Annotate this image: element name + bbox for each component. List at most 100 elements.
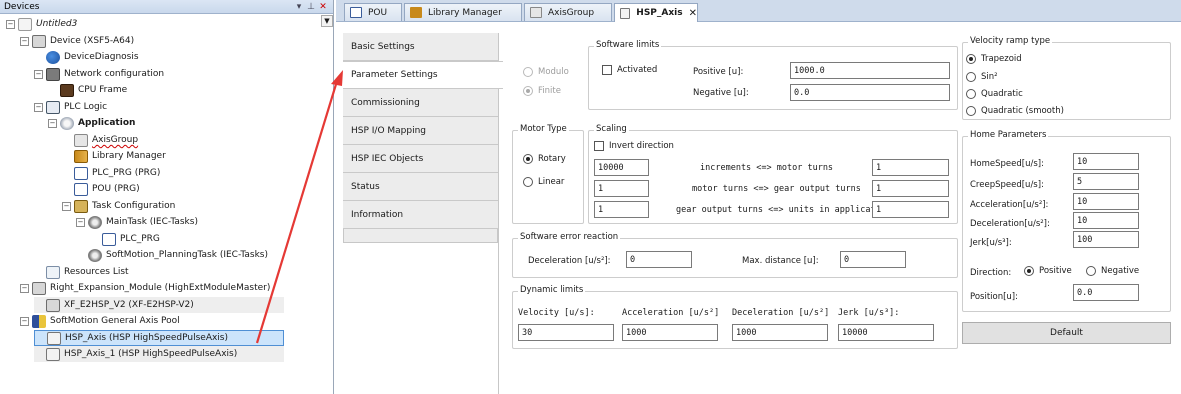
devices-panel-title: Devices	[4, 1, 40, 12]
velocity-input[interactable]: 30	[518, 324, 614, 341]
nav-information[interactable]: Information	[343, 201, 498, 229]
tree-item[interactable]: − SoftMotion General Axis Pool	[20, 313, 180, 329]
acceleration-input[interactable]: 1000	[622, 324, 718, 341]
radio-label: Quadratic	[981, 89, 1023, 99]
devices-panel: Devices ▾ ⊥ ✕ ▼ − Untitled3− Device (XSF5-…	[0, 0, 334, 394]
library-icon	[410, 7, 422, 18]
close-icon[interactable]: ✕	[317, 2, 329, 12]
pou-icon	[350, 7, 362, 18]
tree-item[interactable]: − Device (XSF5-A64)	[20, 33, 134, 49]
tree-item[interactable]: − Right_Expansion_Module (HighExtModuleMa…	[20, 280, 270, 296]
positive-input[interactable]: 1000.0	[790, 62, 950, 79]
group-title: Velocity ramp type	[968, 36, 1053, 46]
tree-item[interactable]: Library Manager	[62, 148, 166, 164]
expand-collapse-icon[interactable]: −	[62, 201, 71, 211]
invert-direction-checkbox[interactable]: Invert direction	[594, 141, 674, 151]
tree-item[interactable]: − Network configuration	[34, 66, 164, 82]
axisgroup-icon	[74, 133, 88, 147]
tree-item[interactable]: SoftMotion_PlanningTask (IEC-Tasks)	[76, 247, 268, 263]
nav-hsp-io-mapping[interactable]: HSP I/O Mapping	[343, 117, 498, 145]
negative-input[interactable]: 0.0	[790, 84, 950, 101]
creepspeed-input[interactable]: 5	[1073, 173, 1139, 190]
tree-item[interactable]: DeviceDiagnosis	[34, 49, 139, 65]
tab-pou[interactable]: POU	[344, 3, 402, 21]
jerk-input[interactable]: 10000	[838, 324, 934, 341]
increments-input[interactable]: 10000	[594, 159, 649, 176]
gear-output-turns-input[interactable]: 1	[594, 201, 649, 218]
gear-output-input[interactable]: 1	[872, 180, 949, 197]
tree-item[interactable]: PLC_PRG (PRG)	[62, 165, 160, 181]
tree-item[interactable]: CPU Frame	[48, 82, 127, 98]
tree-item[interactable]: AxisGroup	[62, 132, 138, 148]
expand-collapse-icon[interactable]: −	[20, 36, 29, 46]
tree-item[interactable]: − Untitled3	[6, 16, 77, 32]
tree-item[interactable]: HSP_Axis_1 (HSP HighSpeedPulseAxis)	[34, 346, 284, 362]
radio-finite[interactable]: Finite	[523, 86, 561, 96]
nav-commissioning[interactable]: Commissioning	[343, 89, 498, 117]
tree-item[interactable]: PLC_PRG	[90, 231, 160, 247]
expand-collapse-icon[interactable]: −	[20, 283, 29, 293]
tree-item[interactable]: − MainTask (IEC-Tasks)	[76, 214, 198, 230]
tree-item[interactable]: − Application	[48, 115, 135, 131]
position-label: Position[u]:	[970, 292, 1018, 302]
expand-collapse-icon[interactable]: −	[34, 69, 43, 79]
tree-item[interactable]: − PLC Logic	[34, 99, 107, 115]
expand-collapse-icon[interactable]: −	[20, 316, 29, 326]
group-title: Scaling	[594, 124, 629, 134]
axisgroup-icon	[530, 7, 542, 18]
error-decel-input[interactable]: 0	[626, 251, 692, 268]
tab-axisgroup[interactable]: AxisGroup	[524, 3, 612, 21]
home-jerk-input[interactable]: 100	[1073, 231, 1139, 248]
scaling-label-2: motor turns <=> gear output turns	[692, 184, 861, 194]
motor-turns-input[interactable]: 1	[872, 159, 949, 176]
plc-icon	[46, 100, 60, 114]
velocity-label: Velocity [u/s]:	[518, 308, 595, 318]
homespeed-input[interactable]: 10	[1073, 153, 1139, 170]
radio-quadratic-smooth[interactable]: Quadratic (smooth)	[966, 106, 1064, 116]
expand-collapse-icon[interactable]: −	[6, 19, 15, 29]
tab-library-manager[interactable]: Library Manager	[404, 3, 522, 21]
expand-collapse-icon[interactable]: −	[34, 102, 43, 112]
radio-indicator	[966, 106, 976, 116]
radio-direction-negative[interactable]: Negative	[1086, 266, 1139, 276]
default-button[interactable]: Default	[962, 322, 1171, 344]
position-input[interactable]: 0.0	[1073, 284, 1139, 301]
tree-item-label: DeviceDiagnosis	[64, 52, 139, 62]
radio-trapezoid[interactable]: Trapezoid	[966, 54, 1022, 64]
tree-item-label: MainTask (IEC-Tasks)	[106, 217, 198, 227]
scaling-label-1: increments <=> motor turns	[700, 163, 834, 173]
max-distance-input[interactable]: 0	[840, 251, 906, 268]
deceleration-input[interactable]: 1000	[732, 324, 828, 341]
home-acceleration-input[interactable]: 10	[1073, 193, 1139, 210]
tree-item[interactable]: − Task Configuration	[62, 198, 175, 214]
nav-parameter-settings[interactable]: Parameter Settings	[343, 61, 503, 89]
group-title: Motor Type	[518, 124, 569, 134]
radio-modulo[interactable]: Modulo	[523, 67, 569, 77]
checkbox-box	[594, 141, 604, 151]
tree-item-label: CPU Frame	[78, 85, 128, 95]
nav-hsp-iec-objects[interactable]: HSP IEC Objects	[343, 145, 498, 173]
tab-close-icon[interactable]: ✕	[689, 8, 697, 19]
expand-collapse-icon[interactable]: −	[48, 118, 57, 128]
radio-direction-positive[interactable]: Positive	[1024, 266, 1072, 276]
radio-sin2[interactable]: Sin²	[966, 72, 998, 82]
radio-quadratic[interactable]: Quadratic	[966, 89, 1023, 99]
radio-linear[interactable]: Linear	[523, 177, 564, 187]
radio-linear-indicator	[523, 177, 533, 187]
app-icon	[60, 116, 74, 130]
tree-item[interactable]: POU (PRG)	[62, 181, 140, 197]
tree-item[interactable]: Resources List	[34, 264, 129, 280]
nav-status[interactable]: Status	[343, 173, 498, 201]
activated-checkbox[interactable]: Activated	[602, 65, 657, 75]
expand-collapse-icon[interactable]: −	[76, 217, 85, 227]
pin-icon[interactable]: ⊥	[305, 2, 317, 12]
nav-basic-settings[interactable]: Basic Settings	[343, 33, 498, 61]
dropdown-icon[interactable]: ▾	[293, 2, 305, 12]
tree-item[interactable]: XF_E2HSP_V2 (XF-E2HSP-V2)	[34, 297, 284, 313]
units-input[interactable]: 1	[872, 201, 949, 218]
home-deceleration-input[interactable]: 10	[1073, 212, 1139, 229]
tree-item[interactable]: HSP_Axis (HSP HighSpeedPulseAxis)	[34, 330, 284, 346]
radio-rotary[interactable]: Rotary	[523, 154, 566, 164]
motor-turns-2-input[interactable]: 1	[594, 180, 649, 197]
tab-hsp-axis[interactable]: HSP_Axis ✕	[614, 3, 698, 22]
